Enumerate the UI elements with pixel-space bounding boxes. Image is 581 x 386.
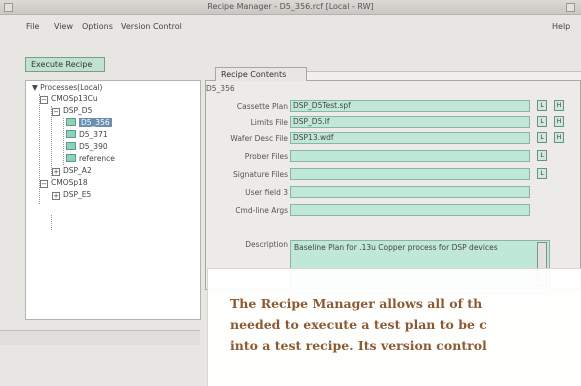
maximize-icon[interactable] <box>566 3 575 12</box>
limits-file-field[interactable]: DSP_D5.lf <box>290 116 530 128</box>
tree-leaf[interactable]: reference <box>66 154 115 163</box>
caption-text: The Recipe Manager allows all of th need… <box>230 293 487 356</box>
expand-icon[interactable]: + <box>52 192 60 200</box>
tree-connector <box>63 118 64 165</box>
tree-leaf[interactable]: D5_371 <box>66 130 108 139</box>
prober-files-load-button[interactable]: L <box>537 150 547 161</box>
signature-files-load-button[interactable]: L <box>537 168 547 179</box>
recipe-group-title: D5_356 <box>206 84 235 93</box>
recipe-file-icon <box>66 118 76 126</box>
tree-leaf-selected[interactable]: D5_356 <box>66 118 112 127</box>
menu-bar: File View Options Version Control Help <box>0 20 581 34</box>
signature-files-label: Signature Files <box>232 170 288 179</box>
expanded-triangle-icon: ▼ <box>32 83 38 92</box>
cassette-plan-label: Cassette Plan <box>236 102 288 111</box>
tree-leaf[interactable]: D5_390 <box>66 142 108 151</box>
tree-node[interactable]: − DSP_D5 <box>52 106 92 116</box>
caption-line-3: into a test recipe. Its version control <box>230 338 487 353</box>
tree-root[interactable]: ▼ Processes(Local) <box>32 83 102 92</box>
tree-connector <box>51 215 52 230</box>
caption-line-1: The Recipe Manager allows all of th <box>230 296 483 311</box>
execute-recipe-button[interactable]: Execute Recipe <box>25 57 105 72</box>
cassette-plan-load-button[interactable]: L <box>537 100 547 111</box>
recipe-manager-window: Recipe Manager - D5_356.rcf [Local - RW]… <box>0 0 581 386</box>
cassette-plan-history-button[interactable]: H <box>554 100 564 111</box>
description-label: Description <box>245 240 288 249</box>
prober-files-field[interactable] <box>290 150 530 162</box>
cmd-line-args-field[interactable] <box>290 204 530 216</box>
window-title: Recipe Manager - D5_356.rcf [Local - RW] <box>207 2 374 11</box>
wafer-desc-load-button[interactable]: L <box>537 132 547 143</box>
expand-icon[interactable]: + <box>52 168 60 176</box>
cmd-line-args-label: Cmd-line Args <box>235 206 288 215</box>
limits-file-label: Limits File <box>250 118 288 127</box>
menu-options[interactable]: Options <box>82 22 113 31</box>
caption-overlay: The Recipe Manager allows all of th need… <box>207 268 581 386</box>
signature-files-field[interactable] <box>290 168 530 180</box>
user-field-3-label: User field 3 <box>245 188 288 197</box>
tree-node[interactable]: + DSP_A2 <box>52 166 92 176</box>
limits-file-load-button[interactable]: L <box>537 116 547 127</box>
menu-version-control[interactable]: Version Control <box>121 22 182 31</box>
tree-node[interactable]: + DSP_E5 <box>52 190 91 200</box>
tree-node[interactable]: − CMOSp18 <box>40 178 88 188</box>
menu-view[interactable]: View <box>54 22 73 31</box>
user-field-3-field[interactable] <box>290 186 530 198</box>
recipe-file-icon <box>66 130 76 138</box>
title-bar[interactable]: Recipe Manager - D5_356.rcf [Local - RW] <box>0 0 581 15</box>
tree-node[interactable]: − CMOSp13Cu <box>40 94 98 104</box>
wafer-desc-history-button[interactable]: H <box>554 132 564 143</box>
cassette-plan-field[interactable]: DSP_D5Test.spf <box>290 100 530 112</box>
status-bar <box>0 330 200 345</box>
recipe-file-icon <box>66 154 76 162</box>
recipe-file-icon <box>66 142 76 150</box>
prober-files-label: Prober Files <box>244 152 288 161</box>
limits-file-history-button[interactable]: H <box>554 116 564 127</box>
wafer-desc-file-label: Wafer Desc File <box>230 134 288 143</box>
collapse-icon[interactable]: − <box>40 96 48 104</box>
collapse-icon[interactable]: − <box>52 108 60 116</box>
wafer-desc-file-field[interactable]: DSP13.wdf <box>290 132 530 144</box>
caption-line-2: needed to execute a test plan to be c <box>230 317 487 332</box>
menu-help[interactable]: Help <box>552 22 570 31</box>
process-tree[interactable]: ▼ Processes(Local) − CMOSp13Cu − DSP_D5 D5… <box>25 80 201 320</box>
collapse-icon[interactable]: − <box>40 180 48 188</box>
tab-recipe-contents[interactable]: Recipe Contents <box>215 67 307 81</box>
menu-file[interactable]: File <box>26 22 39 31</box>
